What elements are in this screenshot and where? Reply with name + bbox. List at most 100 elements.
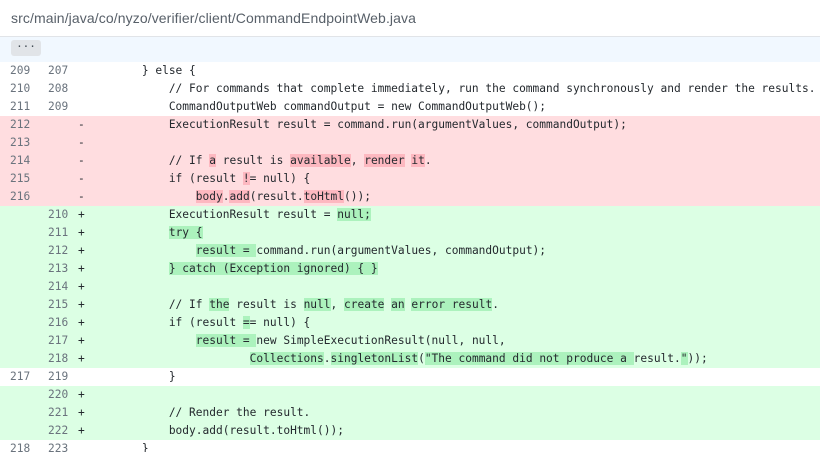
changed-token: available	[290, 154, 351, 167]
changed-token: try {	[168, 226, 203, 239]
code-content: }	[88, 368, 820, 386]
new-line-number[interactable]: 218	[38, 350, 74, 368]
code-token: result.	[633, 352, 681, 365]
hunk-expander-row: ···	[0, 37, 820, 63]
code-token: ));	[687, 352, 708, 365]
code-token: .	[323, 352, 331, 365]
diff-marker: -	[78, 172, 85, 185]
diff-line-add: 211 + try {	[0, 224, 820, 242]
old-line-number[interactable]: 217	[0, 368, 38, 386]
expand-lines-button[interactable]: ···	[11, 40, 41, 56]
diff-marker: +	[78, 406, 85, 419]
old-line-number[interactable]: 210	[0, 80, 38, 98]
diff-line-del: 216 - body.add(result.toHtml());	[0, 188, 820, 206]
old-line-number[interactable]: 218	[0, 440, 38, 452]
code-content: if (result != null) {	[88, 170, 820, 188]
code-content: ExecutionResult result = command.run(arg…	[88, 116, 820, 134]
code-token: (result.	[249, 190, 304, 203]
code-token: body.add(result.toHtml());	[88, 424, 344, 437]
diff-line-add: 213 + } catch (Exception ignored) { }	[0, 260, 820, 278]
new-line-number[interactable]: 222	[38, 422, 74, 440]
changed-token: render	[364, 154, 405, 167]
changed-token: it	[411, 154, 425, 167]
code-content: }	[88, 440, 820, 452]
code-token: } else {	[88, 64, 196, 77]
code-token: ExecutionResult result =	[88, 208, 338, 221]
code-token: result is	[216, 154, 291, 167]
changed-token: =	[242, 316, 250, 329]
new-line-number[interactable]: 215	[38, 296, 74, 314]
old-line-number[interactable]: 215	[0, 170, 38, 188]
new-line-number[interactable]: 217	[38, 332, 74, 350]
code-content: if (result == null) {	[88, 314, 820, 332]
code-token: ,	[330, 298, 344, 311]
old-line-number[interactable]: 216	[0, 188, 38, 206]
changed-token: add	[229, 190, 250, 203]
new-line-number[interactable]: 221	[38, 404, 74, 422]
changed-token: !	[242, 172, 250, 185]
code-content: ExecutionResult result = null;	[88, 206, 820, 224]
diff-marker: -	[78, 118, 85, 131]
diff-line-ctx: 209 207 } else {	[0, 62, 820, 80]
new-line-number[interactable]: 220	[38, 386, 74, 404]
diff-line-add: 210 + ExecutionResult result = null;	[0, 206, 820, 224]
code-content: result = new SimpleExecutionResult(null,…	[88, 332, 820, 350]
file-header: src/main/java/co/nyzo/verifier/client/Co…	[0, 0, 820, 37]
diff-line-ctx: 210 208 // For commands that complete imm…	[0, 80, 820, 98]
diff-line-del: 214 - // If a result is available, render…	[0, 152, 820, 170]
new-line-number[interactable]: 209	[38, 98, 74, 116]
code-token: // For commands that complete immediatel…	[88, 82, 816, 95]
changed-token: error result	[411, 298, 493, 311]
changed-token: null;	[337, 208, 371, 221]
code-token: // If	[88, 154, 210, 167]
code-content: Collections.singletonList("The command d…	[88, 350, 820, 368]
diff-marker: +	[78, 334, 85, 347]
new-line-number[interactable]: 223	[38, 440, 74, 452]
diff-marker: -	[78, 136, 85, 149]
code-token: // If	[88, 298, 210, 311]
changed-token: body	[195, 190, 223, 203]
diff-line-add: 216 + if (result == null) {	[0, 314, 820, 332]
old-line-number[interactable]: 212	[0, 116, 38, 134]
old-line-number[interactable]: 209	[0, 62, 38, 80]
new-line-number[interactable]: 213	[38, 260, 74, 278]
changed-token: create	[344, 298, 385, 311]
diff-table: 209 207 } else {210 208 // For commands th…	[0, 62, 820, 452]
new-line-number[interactable]: 207	[38, 62, 74, 80]
code-content: } catch (Exception ignored) { }	[88, 260, 820, 278]
diff-marker: +	[78, 424, 85, 437]
diff-marker: -	[78, 190, 85, 203]
code-token: ());	[344, 190, 371, 203]
new-line-number[interactable]: 212	[38, 242, 74, 260]
new-line-number[interactable]: 208	[38, 80, 74, 98]
old-line-number[interactable]: 214	[0, 152, 38, 170]
new-line-number[interactable]: 216	[38, 314, 74, 332]
new-line-number[interactable]: 219	[38, 368, 74, 386]
code-content: body.add(result.toHtml());	[88, 188, 820, 206]
old-line-number[interactable]: 213	[0, 134, 38, 152]
changed-token: "	[680, 352, 688, 365]
code-token: result is	[229, 298, 304, 311]
new-line-number[interactable]: 211	[38, 224, 74, 242]
diff-line-add: 212 + result = command.run(argumentValues…	[0, 242, 820, 260]
code-token: if (result	[88, 316, 243, 329]
diff-line-del: 213 -	[0, 134, 820, 152]
code-content: // If a result is available, render it.	[88, 152, 820, 170]
new-line-number[interactable]: 210	[38, 206, 74, 224]
code-token: .	[492, 298, 499, 311]
diff-line-add: 218 + Collections.singletonList("The comm…	[0, 350, 820, 368]
new-line-number[interactable]: 214	[38, 278, 74, 296]
code-token: command.run(argumentValues, commandOutpu…	[256, 244, 547, 257]
old-line-number[interactable]: 211	[0, 98, 38, 116]
changed-token: null	[303, 298, 331, 311]
code-token: if (result	[88, 172, 243, 185]
diff-marker: +	[78, 298, 85, 311]
file-path[interactable]: src/main/java/co/nyzo/verifier/client/Co…	[11, 10, 416, 26]
diff-line-add: 220 +	[0, 386, 820, 404]
code-token: = null) {	[249, 316, 311, 329]
diff-marker: -	[78, 154, 85, 167]
diff-marker: +	[78, 262, 85, 275]
